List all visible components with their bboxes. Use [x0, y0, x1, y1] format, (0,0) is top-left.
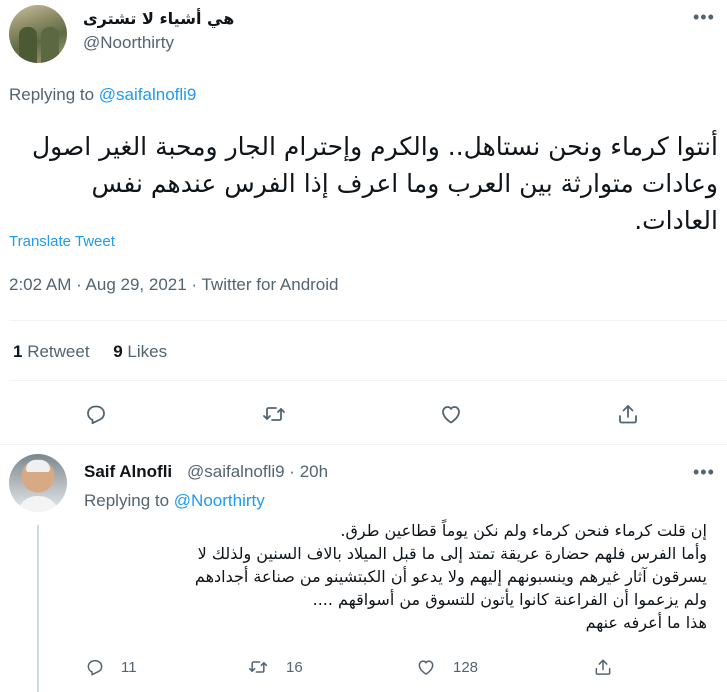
reply-author-name[interactable]: Saif Alnofli: [84, 462, 172, 482]
share-icon[interactable]: [616, 402, 640, 426]
reply-replying-to-line: Replying to @Noorthirty: [84, 491, 265, 511]
retweet-icon[interactable]: [262, 402, 286, 426]
reply-icon[interactable]: [85, 657, 105, 677]
retweet-icon[interactable]: [248, 657, 268, 677]
reply-replying-prefix: Replying to: [84, 491, 170, 510]
likes-label: Likes: [127, 342, 168, 361]
replying-to-line: Replying to @saifalnofli9: [9, 85, 196, 105]
reply-text-line: إن قلت كرماء فنحن كرماء ولم نكن يوماً قط…: [340, 521, 707, 540]
author-display-name[interactable]: هي أشياء لا تشترى: [83, 9, 234, 28]
tweet-timestamp[interactable]: 2:02 AM · Aug 29, 2021 · Twitter for And…: [9, 275, 339, 295]
retweets-stat[interactable]: 1 Retweet: [13, 342, 90, 361]
reply-author-handle-time[interactable]: @saifalnofli9 · 20h: [187, 462, 328, 482]
heart-icon[interactable]: [416, 657, 436, 677]
share-icon[interactable]: [593, 657, 613, 677]
retweets-count: 1: [13, 342, 23, 361]
more-icon[interactable]: •••: [693, 463, 715, 481]
author-avatar[interactable]: [9, 5, 67, 63]
reply-author-avatar[interactable]: [9, 454, 67, 512]
divider: [0, 444, 727, 445]
tweet-stats: 1 Retweet 9 Likes: [13, 342, 167, 362]
reply-replying-to-link[interactable]: @Noorthirty: [174, 491, 265, 510]
reply-text-line: ولم يزعموا أن الفراعنة كانوا يأتون للتسو…: [312, 590, 707, 609]
replying-prefix: Replying to: [9, 85, 95, 104]
divider: [9, 320, 727, 321]
replying-to-link[interactable]: @saifalnofli9: [99, 85, 197, 104]
thread-line: [37, 525, 39, 692]
reply-replies-count: 11: [121, 659, 137, 676]
author-handle[interactable]: @Noorthirty: [83, 33, 174, 53]
reply-text-line: وأما الفرس فلهم حضارة عريقة تمتد إلى ما …: [197, 544, 707, 563]
translate-tweet-link[interactable]: Translate Tweet: [9, 233, 115, 250]
likes-count: 9: [113, 342, 123, 361]
divider: [9, 380, 727, 381]
retweets-label: Retweet: [27, 342, 90, 361]
tweet-text: أنتوا كرماء ونحن نستاهل.. والكرم وإحترام…: [31, 132, 718, 235]
reply-text: إن قلت كرماء فنحن كرماء ولم نكن يوماً قط…: [67, 519, 707, 634]
likes-stat[interactable]: 9 Likes: [113, 342, 167, 361]
more-icon[interactable]: •••: [693, 8, 715, 26]
reply-text-line: هذا ما أعرفه عنهم: [585, 613, 707, 632]
reply-retweets-count: 16: [286, 659, 303, 676]
reply-text-line: يسرقون آثار غيرهم وينسبونهم إليهم ولا يد…: [194, 567, 707, 586]
reply-likes-count: 128: [453, 659, 479, 676]
reply-icon[interactable]: [84, 402, 108, 426]
heart-icon[interactable]: [439, 402, 463, 426]
